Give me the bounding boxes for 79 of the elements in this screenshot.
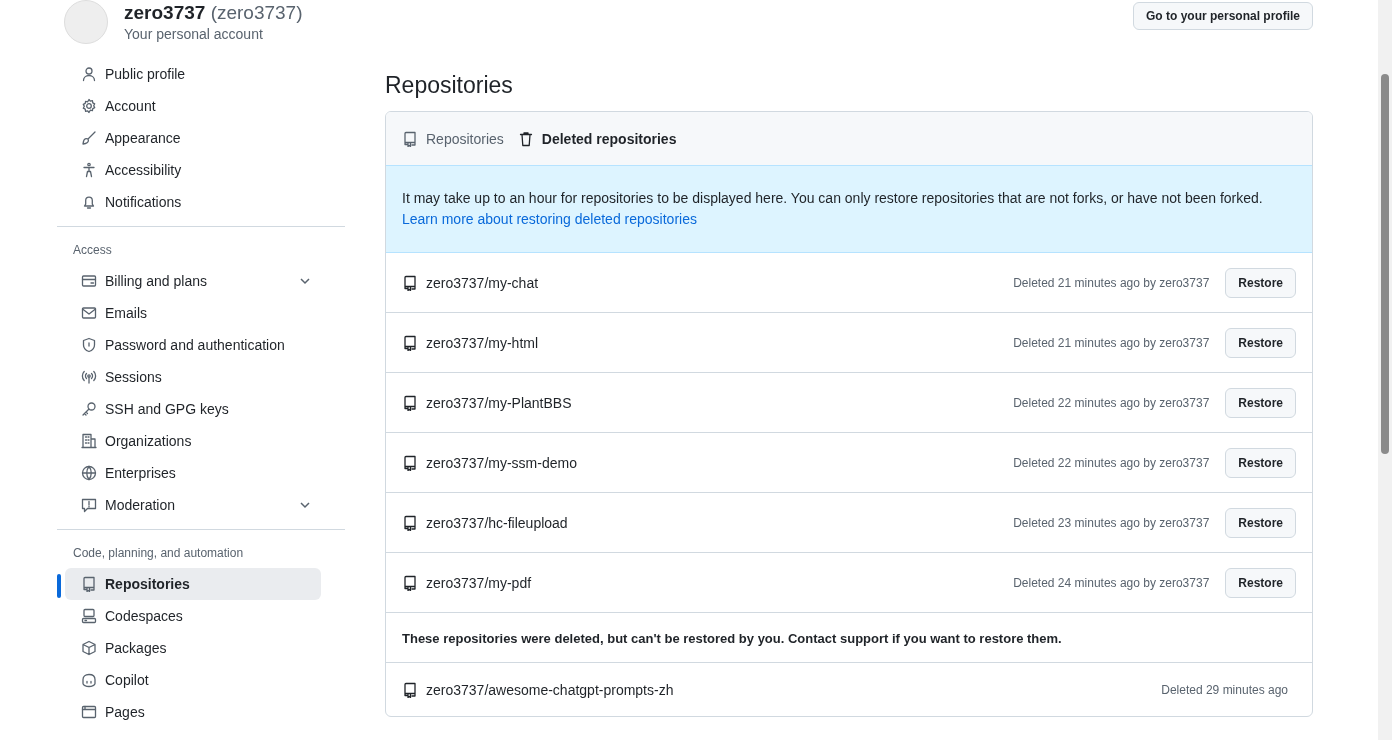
tab[interactable]: Repositories — [402, 130, 504, 147]
notice-text: It may take up to an hour for repositories to be displayed here. You can only restore repositories that are not forks, or have not been forked. — [402, 189, 1264, 208]
accessibility-icon — [81, 162, 97, 178]
sidebar-item[interactable]: Account — [65, 90, 321, 122]
repository-name: zero3737/awesome-chatgpt-prompts-zh — [426, 681, 675, 698]
deleted-time: Deleted 22 minutes ago by zero3737 — [1013, 395, 1210, 410]
key-icon — [81, 401, 97, 417]
repo-icon — [402, 574, 418, 591]
building-icon — [81, 433, 97, 449]
sidebar-item[interactable]: Appearance — [65, 122, 321, 154]
deleted-time: Deleted 21 minutes ago by zero3737 — [1013, 335, 1210, 350]
avatar — [64, 0, 108, 44]
copilot-icon — [81, 672, 97, 688]
deleted-time: Deleted 23 minutes ago by zero3737 — [1013, 515, 1210, 530]
person-icon — [81, 66, 97, 82]
tab[interactable]: Deleted repositories — [517, 130, 677, 147]
repo-icon — [402, 394, 418, 411]
section-heading: Code, planning, and automation — [72, 545, 245, 562]
sidebar-item[interactable]: Sessions — [65, 361, 321, 393]
sidebar-item[interactable]: Pages — [65, 696, 321, 728]
repo-icon — [402, 274, 418, 291]
sidebar-item[interactable]: Enterprises — [65, 457, 321, 489]
page-title: Repositories — [385, 72, 514, 99]
envelope-icon — [81, 305, 97, 321]
personal-profile-button[interactable]: Go to your personal profile — [1133, 2, 1313, 30]
repository-name: zero3737/my-html — [426, 334, 540, 351]
sidebar-item[interactable]: Codespaces — [65, 600, 321, 632]
codespaces-icon — [81, 608, 97, 624]
restore-button[interactable]: Restore — [1225, 447, 1296, 478]
repo-icon — [81, 576, 97, 592]
globe-icon — [81, 465, 97, 481]
sidebar-item[interactable]: Moderation — [65, 489, 321, 521]
deleted-time: Deleted 24 minutes ago by zero3737 — [1013, 575, 1210, 590]
sidebar-item[interactable]: Packages — [65, 632, 321, 664]
sidebar-item[interactable]: Billing and plans — [65, 265, 321, 297]
account-login: (zero3737) — [210, 2, 303, 23]
broadcast-icon — [81, 369, 97, 385]
report-icon — [81, 497, 97, 513]
repo-icon — [402, 681, 418, 698]
sidebar-item[interactable]: Notifications — [65, 186, 321, 218]
credit-card-icon — [81, 273, 97, 289]
repo-icon — [402, 454, 418, 471]
restore-button[interactable]: Restore — [1225, 327, 1296, 358]
repository-name: zero3737/my-chat — [426, 274, 540, 291]
gear-icon — [81, 98, 97, 114]
sidebar-item[interactable]: SSH and GPG keys — [65, 393, 321, 425]
repository-name: zero3737/my-ssm-demo — [426, 454, 578, 471]
account-subtitle: Your personal account — [124, 26, 264, 42]
section-heading: Access — [72, 242, 113, 259]
trash-icon — [517, 130, 534, 147]
unrestorable-note: These repositories were deleted, but can't be restored by you. Contact support if you want to restore them. — [386, 613, 1312, 663]
selection-indicator — [57, 574, 61, 598]
paintbrush-icon — [81, 130, 97, 146]
restore-button[interactable]: Restore — [1225, 507, 1296, 538]
shield-icon — [81, 337, 97, 353]
repo-icon — [402, 130, 418, 147]
deleted-time: Deleted 21 minutes ago by zero3737 — [1013, 275, 1210, 290]
restore-button[interactable]: Restore — [1225, 567, 1296, 598]
repository-name: zero3737/my-pdf — [426, 574, 533, 591]
sidebar-item[interactable]: Emails — [65, 297, 321, 329]
browser-icon — [81, 704, 97, 720]
repository-name: zero3737/hc-fileupload — [426, 514, 569, 531]
repo-icon — [402, 334, 418, 351]
sidebar-item[interactable]: Accessibility — [65, 154, 321, 186]
deleted-time: Deleted 22 minutes ago by zero3737 — [1013, 455, 1210, 470]
sidebar-item[interactable]: Password and authentication — [65, 329, 321, 361]
learn-more-link[interactable]: Learn more about restoring deleted repositories — [402, 211, 697, 227]
repo-icon — [402, 514, 418, 531]
sidebar-item[interactable]: Public profile — [65, 58, 321, 90]
bell-icon — [81, 194, 97, 210]
restore-button[interactable]: Restore — [1225, 267, 1296, 298]
account-name: zero3737 — [124, 2, 206, 23]
scrollbar[interactable] — [1378, 0, 1392, 740]
sidebar-item[interactable]: Organizations — [65, 425, 321, 457]
deleted-time: Deleted 29 minutes ago — [1161, 682, 1288, 697]
sidebar-item[interactable]: Copilot — [65, 664, 321, 696]
repository-name: zero3737/my-PlantBBS — [426, 394, 573, 411]
package-icon — [81, 640, 97, 656]
restore-button[interactable]: Restore — [1225, 387, 1296, 418]
